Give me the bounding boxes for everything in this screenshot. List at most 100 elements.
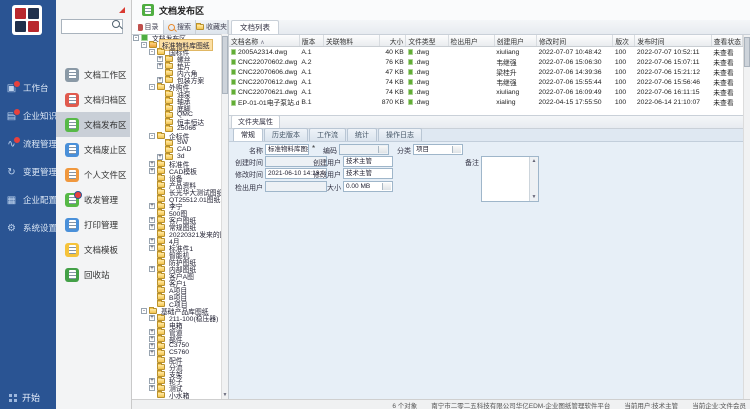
cell-creator: xialing (494, 97, 536, 107)
expand-icon[interactable]: + (149, 385, 155, 391)
column-header-type[interactable]: 文件类型 (406, 35, 448, 47)
column-header-status[interactable]: 查看状态 (711, 35, 742, 47)
nav-item-系统设置[interactable]: ⚙系统设置 (0, 214, 56, 242)
module-item-文档废止区[interactable]: 文档废止区 (56, 137, 130, 162)
column-header-material[interactable]: 关联物料 (323, 35, 379, 47)
collapse-icon[interactable]: - (149, 84, 155, 90)
column-header-creator[interactable]: 创建用户 (494, 35, 536, 47)
expand-icon[interactable]: + (149, 329, 155, 335)
cell-published: 2022-07-07 10:52:11 (635, 47, 711, 58)
sub-tab-历史版本[interactable]: 历史版本 (264, 128, 308, 141)
expand-icon[interactable]: + (149, 203, 155, 209)
table-row[interactable]: CNC22070621.dwgA.174 KB.dwgxiuliang2022-… (229, 87, 743, 97)
start-button[interactable]: 开始 (9, 391, 40, 404)
module-item-文档工作区[interactable]: 文档工作区 (56, 62, 130, 87)
table-row[interactable]: CNC22070612.dwgA.174 KB.dwg韦继强2022-07-06… (229, 77, 743, 87)
column-header-published[interactable]: 发布时间 (635, 35, 711, 47)
expand-icon[interactable]: + (149, 378, 155, 384)
module-item-收发管理[interactable]: 收发管理 (56, 187, 130, 212)
tab-file-list[interactable]: 文档列表 (231, 20, 279, 34)
sub-tab-统计[interactable]: 统计 (347, 128, 377, 141)
module-item-文档归档区[interactable]: 文档归档区 (56, 87, 130, 112)
sub-tab-操作日志[interactable]: 操作日志 (378, 128, 422, 141)
expand-icon[interactable]: + (149, 343, 155, 349)
module-item-回收站[interactable]: 回收站 (56, 262, 130, 287)
category-browse-button[interactable] (452, 146, 461, 153)
expand-icon[interactable]: + (149, 336, 155, 342)
tree-node[interactable]: -企标件 (132, 132, 221, 139)
category-label: 分类 (387, 146, 411, 156)
nav-item-变更管理[interactable]: ↻变更管理 (0, 158, 56, 186)
expand-icon[interactable]: + (149, 315, 155, 321)
tree-node[interactable]: 恒丰恒达 (132, 118, 221, 125)
cell-revision: 100 (613, 67, 635, 77)
tab-favorites[interactable]: 收藏夹 (196, 20, 228, 34)
tree-node[interactable]: 底脚 (132, 104, 221, 111)
table-row[interactable]: 2005A2314.dwgA.140 KB.dwgxiuliang2022-07… (229, 47, 743, 58)
scrollbar-thumb[interactable] (222, 36, 228, 94)
created-user-field[interactable]: 技术主管 (343, 156, 393, 167)
expand-icon[interactable]: + (149, 168, 155, 174)
column-header-name[interactable]: 文档名称∧ (229, 35, 299, 47)
table-row[interactable]: CNC22070602.dwgA.276 KB.dwg韦继强2022-07-06… (229, 57, 743, 67)
collapse-icon[interactable]: - (149, 49, 155, 55)
expand-icon[interactable]: + (149, 245, 155, 251)
main-scrollbar[interactable] (743, 35, 750, 399)
scrollbar-thumb[interactable] (744, 37, 750, 67)
sub-tab-工作流[interactable]: 工作流 (309, 128, 346, 141)
tree-node[interactable]: SW (132, 139, 221, 146)
table-row[interactable]: CNC22070606.dwgA.147 KB.dwg梁桂升2022-07-06… (229, 67, 743, 77)
module-item-文档发布区[interactable]: 文档发布区 (56, 112, 130, 137)
column-header-revision[interactable]: 版次 (613, 35, 635, 47)
expand-icon[interactable]: + (157, 63, 163, 69)
tab-search[interactable]: 搜索 (164, 20, 196, 34)
expand-icon[interactable]: + (149, 350, 155, 356)
table-row[interactable]: EP-01-01电子泵站.dwgB.1870 KB.dwgxialing2022… (229, 97, 743, 107)
column-header-checkout[interactable]: 检出用户 (448, 35, 494, 47)
tree-node[interactable]: +C3750 (132, 342, 221, 349)
expand-icon[interactable]: + (149, 238, 155, 244)
sub-tab-常规[interactable]: 常规 (233, 128, 263, 141)
scroll-down-icon[interactable]: ▼ (222, 392, 228, 398)
tab-folder-properties[interactable]: 文件夹属性 (231, 115, 280, 128)
note-scrollbar[interactable]: ▲ ▼ (529, 157, 538, 201)
column-header-modified[interactable]: 修改时间 (536, 35, 612, 47)
scroll-up-icon[interactable]: ▲ (530, 158, 538, 164)
code-browse-button[interactable] (378, 146, 387, 153)
module-item-文档模板[interactable]: 文档模板 (56, 237, 130, 262)
collapse-icon[interactable]: - (141, 42, 147, 48)
cell-published: 2022-07-06 15:21:12 (635, 67, 711, 77)
nav-item-工作台[interactable]: ▣工作台 (0, 74, 56, 102)
collapse-icon[interactable]: - (149, 133, 155, 139)
search-icon (112, 20, 120, 28)
search-button[interactable] (110, 18, 121, 29)
expand-icon[interactable]: + (149, 224, 155, 230)
expand-icon[interactable]: + (149, 217, 155, 223)
category-field[interactable]: 项目 (413, 144, 463, 155)
module-item-个人文件区[interactable]: 个人文件区 (56, 162, 130, 187)
size-browse-button[interactable] (382, 183, 391, 190)
nav-item-流程管理[interactable]: ∿流程管理 (0, 130, 56, 158)
name-field[interactable]: 标准物料库图纸 (265, 144, 309, 155)
scroll-down-icon[interactable]: ▼ (530, 194, 538, 200)
tree-node[interactable]: CAD (132, 146, 221, 153)
nav-item-企业配置[interactable]: ▦企业配置 (0, 186, 56, 214)
size-field[interactable]: 0.00 MB (343, 181, 393, 192)
nav-item-企业知识库[interactable]: ▤企业知识库 (0, 102, 56, 130)
collapse-icon[interactable]: - (133, 35, 139, 41)
module-item-打印管理[interactable]: 打印管理 (56, 212, 130, 237)
tree-node[interactable]: 小水箱 (132, 391, 221, 398)
modified-user-field[interactable]: 技术主管 (343, 168, 393, 179)
expand-icon[interactable]: + (149, 266, 155, 272)
collapse-icon[interactable]: - (141, 308, 147, 314)
column-header-version[interactable]: 版本 (299, 35, 323, 47)
tab-catalog[interactable]: 目录 (132, 20, 164, 34)
tree-scrollbar[interactable]: ▼ (221, 34, 228, 399)
column-header-size[interactable]: 大小 (380, 35, 406, 47)
note-textarea[interactable]: ▲ ▼ (481, 156, 539, 202)
cell-type: .dwg (406, 57, 448, 67)
expand-icon[interactable]: + (157, 56, 163, 62)
tree-node[interactable]: +部件 (132, 335, 221, 342)
expand-icon[interactable]: + (149, 161, 155, 167)
code-field[interactable] (339, 144, 389, 155)
